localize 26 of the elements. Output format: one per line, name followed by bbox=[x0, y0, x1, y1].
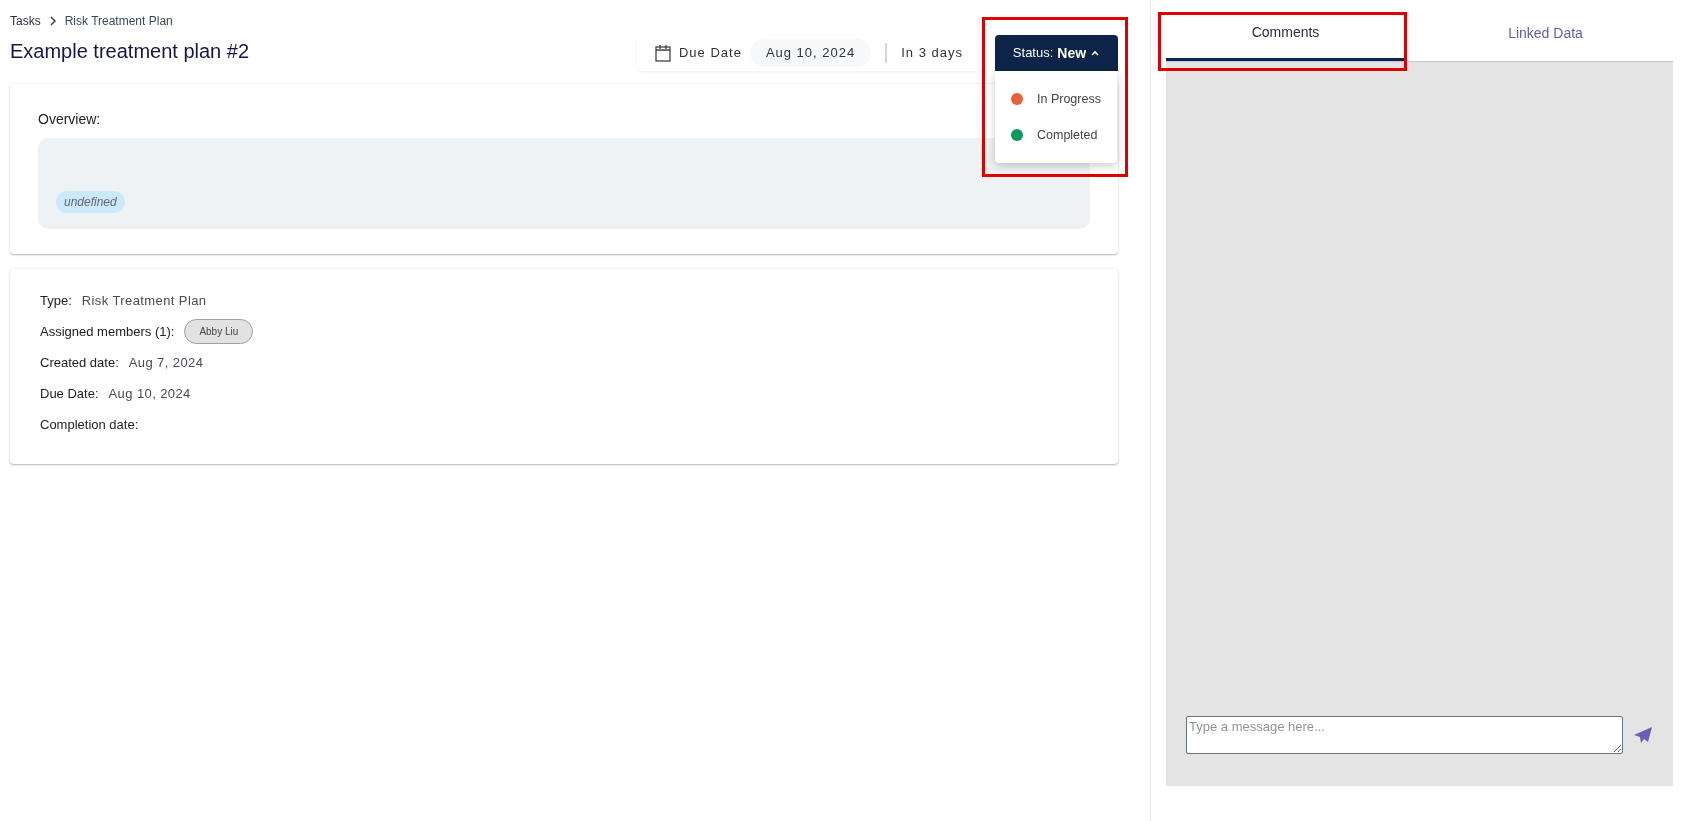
status-option[interactable]: In Progress bbox=[995, 81, 1117, 117]
detail-label: Due Date: bbox=[40, 384, 99, 403]
status-button[interactable]: Status: New bbox=[995, 35, 1118, 71]
detail-value: Risk Treatment Plan bbox=[81, 291, 207, 310]
member-chip[interactable]: Abby Liu bbox=[184, 319, 254, 344]
due-date-value: Aug 10, 2024 bbox=[749, 39, 872, 67]
tab[interactable]: Linked Data bbox=[1419, 0, 1672, 61]
detail-value: Aug 7, 2024 bbox=[128, 353, 204, 372]
days-remaining: In 3 days bbox=[901, 44, 963, 63]
detail-label: Created date: bbox=[40, 353, 119, 372]
detail-value: Aug 10, 2024 bbox=[108, 384, 191, 403]
breadcrumb-link[interactable]: Risk Treatment Plan bbox=[64, 12, 173, 30]
overview-label: Overview: bbox=[38, 110, 102, 129]
detail-label: Completion date: bbox=[40, 415, 139, 434]
caret-icon bbox=[1090, 49, 1101, 57]
calendar-icon bbox=[654, 44, 671, 62]
due-date-label: Due Date bbox=[678, 44, 742, 63]
chevron-right-icon bbox=[48, 16, 57, 26]
send-icon[interactable] bbox=[1633, 726, 1653, 744]
detail-label: Assigned members (1): bbox=[40, 322, 175, 341]
tag: undefined bbox=[56, 191, 125, 213]
message-field[interactable]: Type a message here... bbox=[1186, 716, 1623, 754]
detail-label: Type: bbox=[40, 291, 72, 310]
status-option[interactable]: Completed bbox=[995, 117, 1117, 153]
page-title: Example treatment plan #2 bbox=[10, 39, 250, 64]
breadcrumb-link[interactable]: Tasks bbox=[10, 12, 41, 30]
